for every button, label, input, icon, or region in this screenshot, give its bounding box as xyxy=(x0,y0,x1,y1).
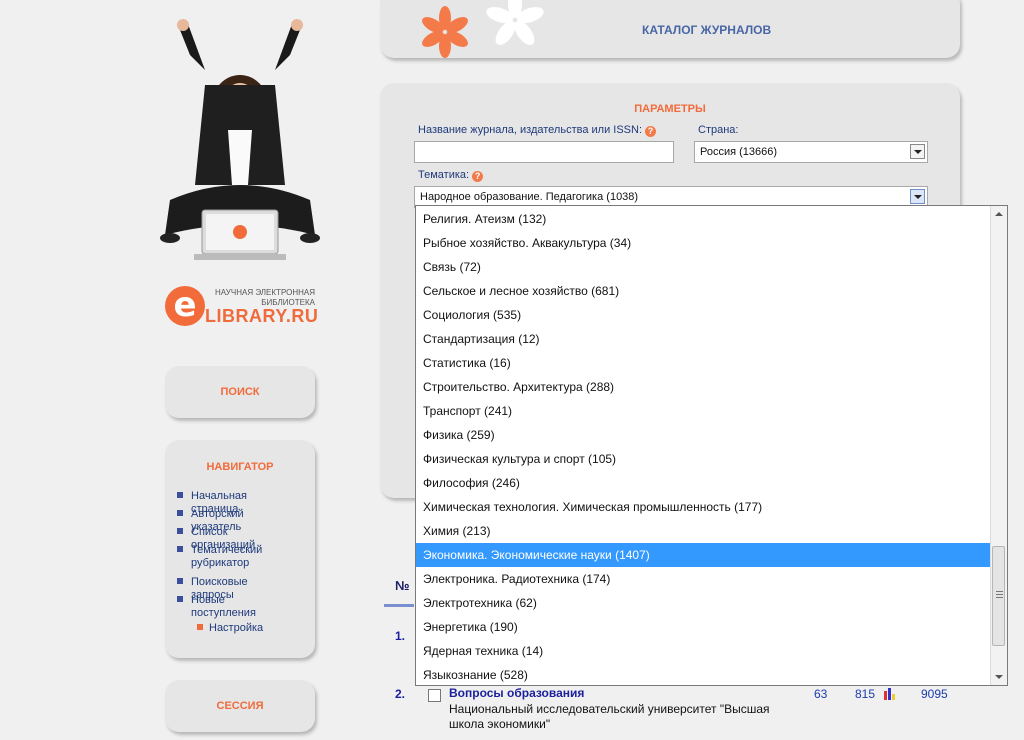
flower-icon xyxy=(422,6,468,58)
dropdown-option[interactable]: Социология (535) xyxy=(416,303,992,327)
dropdown-option[interactable]: Строительство. Архитектура (288) xyxy=(416,375,992,399)
dropdown-option[interactable]: Религия. Атеизм (132) xyxy=(416,207,992,231)
dropdown-option[interactable]: Химия (213) xyxy=(416,519,992,543)
topic-dropdown-list[interactable]: Религия. Атеизм (132) Рыбное хозяйство. … xyxy=(415,205,1008,686)
elibrary-logo[interactable]: e НАУЧНАЯ ЭЛЕКТРОННАЯ БИБЛИОТЕКА LIBRARY… xyxy=(165,284,325,330)
chevron-down-icon[interactable] xyxy=(910,189,925,204)
help-icon[interactable]: ? xyxy=(645,126,657,137)
header-underline xyxy=(384,604,414,607)
dropdown-option-selected[interactable]: Экономика. Экономические науки (1407) xyxy=(416,543,992,567)
topic-label-text: Тематика: xyxy=(418,169,470,181)
result-count[interactable]: 815 xyxy=(855,687,875,701)
search-panel[interactable]: ПОИСК xyxy=(165,366,315,418)
row-number: 1. xyxy=(395,629,406,643)
nav-item-rubricator[interactable]: Тематический рубрикатор xyxy=(177,544,291,570)
search-link[interactable]: ПОИСК xyxy=(165,386,315,398)
dropdown-option[interactable]: Транспорт (241) xyxy=(416,399,992,423)
hero-illustration xyxy=(150,10,330,270)
bullet-icon xyxy=(177,510,183,516)
result-count[interactable]: 9095 xyxy=(921,687,948,701)
topic-select-value: Народное образование. Педагогика (1038) xyxy=(420,191,639,203)
navigator-title: НАВИГАТОР xyxy=(206,461,274,473)
country-select[interactable]: Россия (13666) xyxy=(694,141,928,163)
dropdown-option[interactable]: Стандартизация (12) xyxy=(416,327,992,351)
dropdown-option[interactable]: Энергетика (190) xyxy=(416,615,992,639)
navigator-panel: НАВИГАТОР Начальная страница Авторский у… xyxy=(165,440,315,658)
dropdown-scrollbar[interactable] xyxy=(990,206,1007,685)
catalog-header: КАТАЛОГ ЖУРНАЛОВ xyxy=(380,0,960,58)
nav-item-label: Тематический рубрикатор xyxy=(191,544,263,569)
nav-item-new[interactable]: Новые поступления xyxy=(177,594,291,620)
dropdown-option[interactable]: Физическая культура и спорт (105) xyxy=(416,447,992,471)
nav-item-settings[interactable]: Настройка xyxy=(197,622,263,635)
topic-label: Тематика:? xyxy=(418,169,484,182)
journal-search-input[interactable] xyxy=(414,141,674,163)
row-checkbox[interactable] xyxy=(428,689,441,702)
journal-label: Название журнала, издательства или ISSN:… xyxy=(418,124,657,137)
dropdown-option[interactable]: Ядерная техника (14) xyxy=(416,639,992,663)
journal-title-link[interactable]: Вопросы образования xyxy=(449,686,584,700)
bullet-icon xyxy=(177,492,183,498)
dropdown-option[interactable]: Рыбное хозяйство. Аквакультура (34) xyxy=(416,231,992,255)
result-count[interactable]: 63 xyxy=(814,687,827,701)
journal-label-text: Название журнала, издательства или ISSN: xyxy=(418,124,643,136)
params-title: ПАРАМЕТРЫ xyxy=(634,103,706,115)
chevron-down-icon[interactable] xyxy=(910,144,925,159)
settings-label: Настройка xyxy=(209,622,264,634)
dropdown-option[interactable]: Электротехника (62) xyxy=(416,591,992,615)
logo-line1: НАУЧНАЯ ЭЛЕКТРОННАЯ xyxy=(215,288,315,297)
catalog-title: КАТАЛОГ ЖУРНАЛОВ xyxy=(642,23,772,37)
bullet-icon xyxy=(177,578,183,584)
country-select-value: Россия (13666) xyxy=(700,146,778,158)
row-number: 2. xyxy=(395,687,406,701)
dropdown-option[interactable]: Химическая технология. Химическая промыш… xyxy=(416,495,992,519)
journal-publisher: Национальный исследовательский университ… xyxy=(449,702,770,731)
scroll-down-icon[interactable] xyxy=(991,669,1007,685)
dropdown-option[interactable]: Языкознание (528) xyxy=(416,663,992,685)
white-flower-icon xyxy=(486,0,544,45)
scroll-up-icon[interactable] xyxy=(991,206,1007,222)
bullet-icon xyxy=(177,546,183,552)
logo-brand: LIBRARY.RU xyxy=(205,306,319,326)
settings-bullet-icon xyxy=(197,624,203,630)
dropdown-option[interactable]: Сельское и лесное хозяйство (681) xyxy=(416,279,992,303)
bar-chart-icon[interactable] xyxy=(884,687,898,700)
logo-subtitle: НАУЧНАЯ ЭЛЕКТРОННАЯ БИБЛИОТЕКА xyxy=(205,288,315,308)
dropdown-option[interactable]: Электроника. Радиотехника (174) xyxy=(416,567,992,591)
scrollbar-thumb[interactable] xyxy=(992,546,1005,646)
session-panel[interactable]: СЕССИЯ xyxy=(165,680,315,732)
dropdown-option[interactable]: Связь (72) xyxy=(416,255,992,279)
dropdown-option[interactable]: Статистика (16) xyxy=(416,351,992,375)
logo-e-mark: e xyxy=(165,286,205,326)
bullet-icon xyxy=(177,596,183,602)
bullet-icon xyxy=(177,528,183,534)
nav-item-label: Новые поступления xyxy=(191,594,256,619)
session-link[interactable]: СЕССИЯ xyxy=(165,700,315,712)
dropdown-option[interactable]: Философия (246) xyxy=(416,471,992,495)
column-no-header: № xyxy=(395,578,410,593)
help-icon[interactable]: ? xyxy=(472,171,484,182)
country-label: Страна: xyxy=(698,124,739,136)
dropdown-option[interactable]: Физика (259) xyxy=(416,423,992,447)
